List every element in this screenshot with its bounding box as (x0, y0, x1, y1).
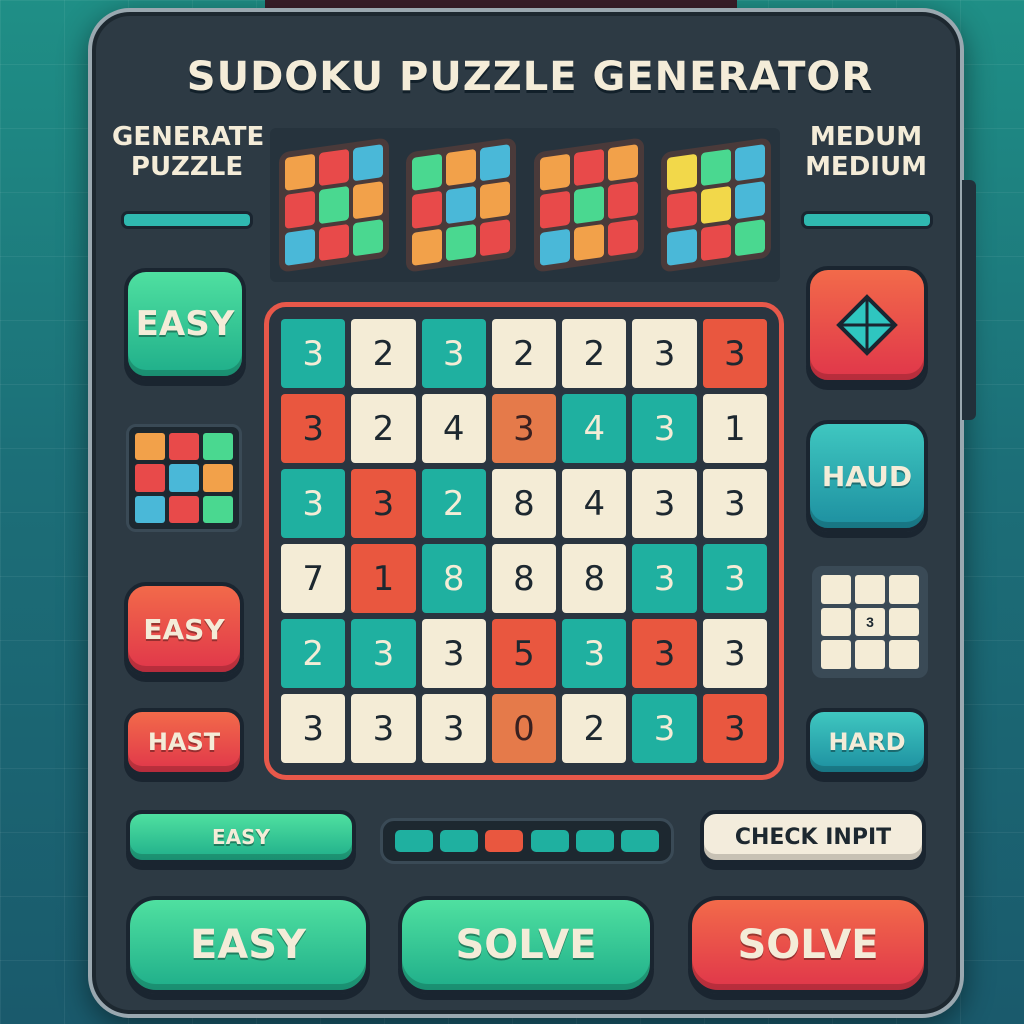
board-cell[interactable]: 1 (351, 544, 416, 613)
difficulty-line2: MEDIUM (805, 152, 927, 182)
grid-size-icon[interactable] (126, 424, 242, 532)
board-cell[interactable]: 3 (702, 319, 767, 388)
easy-button-top-label: EASY (135, 304, 235, 344)
board-cell[interactable]: 3 (632, 319, 697, 388)
cube-panel (270, 128, 780, 282)
board-cell[interactable]: 7 (281, 544, 346, 613)
easy-button-top[interactable]: EASY (124, 268, 246, 380)
hast-button[interactable]: HAST (124, 708, 244, 776)
board-cell[interactable]: 2 (562, 319, 627, 388)
hard-button-mid[interactable]: HAUD (806, 420, 928, 532)
easy-bar-label: EASY (211, 825, 271, 849)
board-cell[interactable]: 2 (421, 469, 486, 538)
check-input-button[interactable]: CHECK INPIT (700, 810, 926, 864)
solve-button-label: SOLVE (455, 922, 597, 968)
easy-button-mid[interactable]: EASY (124, 582, 244, 676)
puzzle-cube-icon (661, 137, 772, 273)
board-cell[interactable]: 3 (351, 694, 416, 763)
board-cell[interactable]: 3 (632, 694, 697, 763)
progress-segment (394, 830, 433, 852)
board-cell[interactable]: 4 (562, 394, 627, 463)
progress-segment (530, 830, 569, 852)
generate-puzzle-line1: GENERATE (112, 122, 265, 152)
progress-segment (485, 830, 524, 852)
board-cell[interactable]: 8 (421, 544, 486, 613)
board-cell[interactable]: 2 (281, 619, 346, 688)
board-cell[interactable]: 8 (562, 544, 627, 613)
solve-red-button[interactable]: SOLVE (688, 896, 928, 994)
progress-segment (575, 830, 614, 852)
board-cell[interactable]: 2 (351, 319, 416, 388)
board-cell[interactable]: 4 (562, 469, 627, 538)
difficulty-slider[interactable] (804, 214, 930, 226)
board-cell[interactable]: 0 (491, 694, 557, 763)
side-rail (962, 180, 976, 420)
board-cell[interactable]: 3 (351, 469, 416, 538)
board-cell[interactable]: 3 (702, 694, 767, 763)
board-cell[interactable]: 3 (281, 394, 346, 463)
progress-indicator (380, 818, 674, 864)
mini-board-value: 3 (855, 607, 885, 637)
board-cell[interactable]: 8 (491, 469, 557, 538)
board-cell[interactable]: 3 (281, 694, 346, 763)
board-cell[interactable]: 4 (421, 394, 486, 463)
board-cell[interactable]: 3 (632, 469, 697, 538)
board-cell[interactable]: 8 (491, 544, 557, 613)
board-cell[interactable]: 2 (491, 319, 557, 388)
easy-bar-button[interactable]: EASY (126, 810, 356, 864)
board-cell[interactable]: 2 (351, 394, 416, 463)
board-cell[interactable]: 3 (281, 319, 346, 388)
board-cell[interactable]: 3 (281, 469, 346, 538)
board-cell[interactable]: 3 (421, 319, 486, 388)
solve-red-button-label: SOLVE (737, 922, 879, 968)
board-cell[interactable]: 5 (491, 619, 557, 688)
page-title: SUDOKU PUZZLE GENERATOR (186, 54, 874, 100)
board-cell[interactable]: 3 (702, 619, 767, 688)
easy-button-mid-label: EASY (143, 612, 225, 646)
difficulty-line1: MEDUM (809, 122, 923, 152)
puzzle-cube-icon (406, 137, 517, 273)
shape-button[interactable] (806, 266, 928, 384)
board-cell[interactable]: 3 (702, 544, 767, 613)
check-input-label: CHECK INPIT (734, 824, 892, 850)
puzzle-cube-icon (533, 137, 644, 273)
sudoku-board: 3232233324343133284337188833233533333302… (264, 302, 784, 780)
hard-button-mid-label: HAUD (821, 459, 913, 493)
board-cell[interactable]: 2 (562, 694, 627, 763)
hard-button-low-label: HARD (828, 728, 906, 756)
board-cell[interactable]: 3 (421, 694, 486, 763)
board-cell[interactable]: 3 (351, 619, 416, 688)
easy-action-label: EASY (189, 922, 307, 968)
hast-button-label: HAST (147, 728, 221, 756)
hard-button-low[interactable]: HARD (806, 708, 928, 776)
mini-board-icon[interactable]: 3 (812, 566, 928, 678)
progress-segment (439, 830, 478, 852)
board-cell[interactable]: 3 (632, 544, 697, 613)
board-cell[interactable]: 3 (632, 619, 697, 688)
board-cell[interactable]: 3 (632, 394, 697, 463)
easy-action-button[interactable]: EASY (126, 896, 370, 994)
board-cell[interactable]: 1 (702, 394, 767, 463)
board-cell[interactable]: 3 (491, 394, 557, 463)
diamond-icon (836, 294, 898, 356)
board-cell[interactable]: 3 (421, 619, 486, 688)
board-cell[interactable]: 3 (702, 469, 767, 538)
generate-puzzle-label: GENERATE PUZZLE (112, 122, 265, 182)
puzzle-cube-icon (278, 137, 389, 273)
generate-puzzle-line2: PUZZLE (130, 152, 244, 182)
generate-slider[interactable] (124, 214, 250, 226)
progress-segment (621, 830, 660, 852)
difficulty-label: MEDUM MEDIUM (796, 122, 936, 182)
solve-button[interactable]: SOLVE (398, 896, 654, 994)
board-cell[interactable]: 3 (562, 619, 627, 688)
